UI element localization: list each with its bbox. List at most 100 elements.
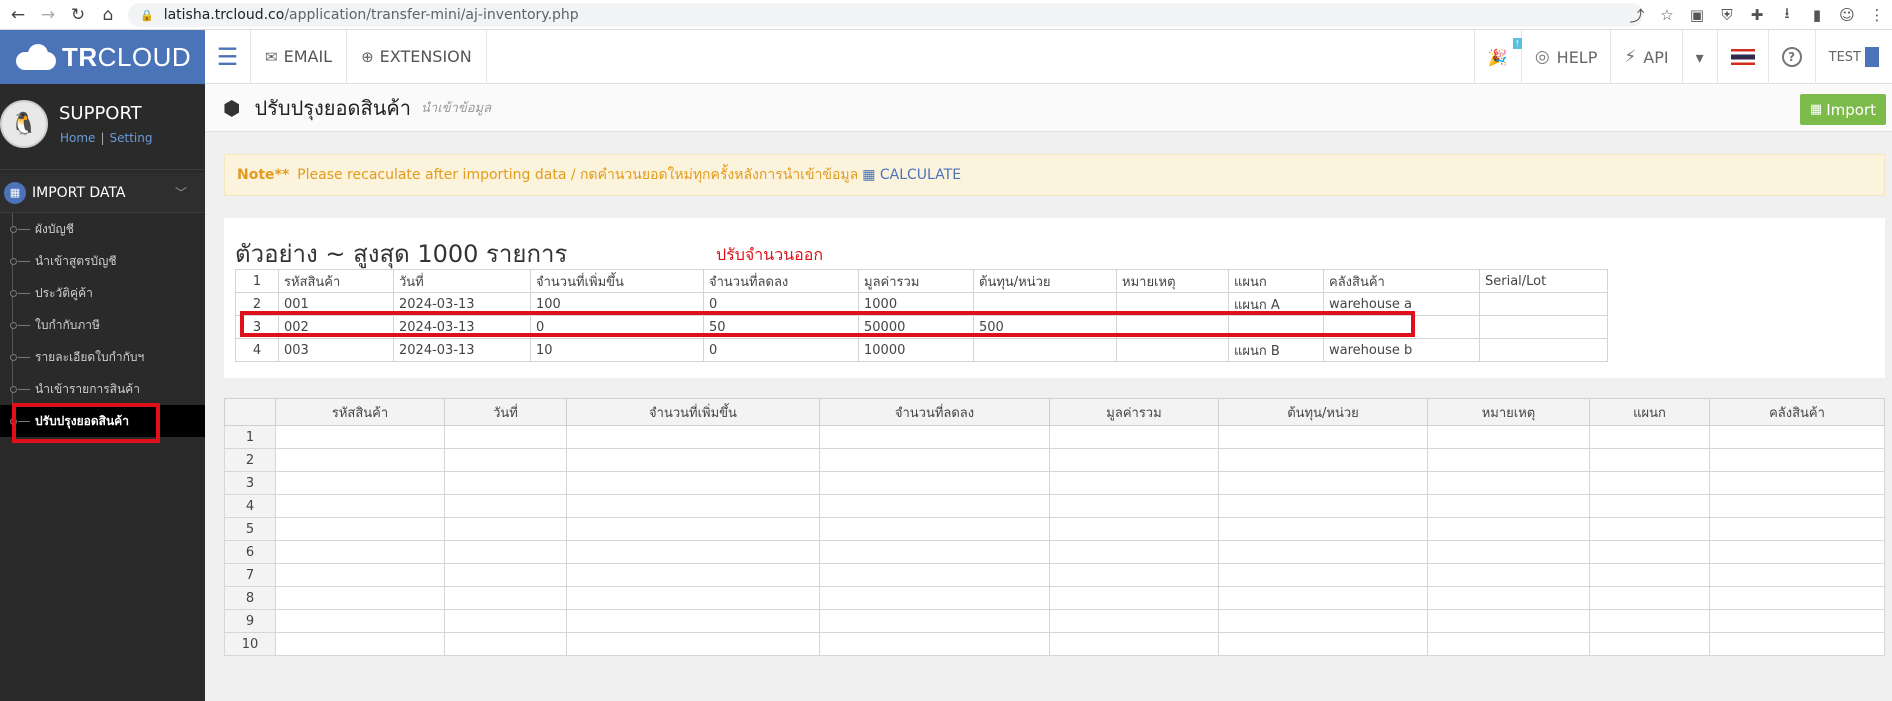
grid-cell[interactable] bbox=[1427, 517, 1590, 541]
calculate-link[interactable]: ▦ CALCULATE bbox=[862, 167, 961, 183]
grid-cell[interactable] bbox=[1049, 609, 1219, 633]
reload-icon[interactable]: ↻ bbox=[66, 3, 90, 27]
share-icon[interactable]: ⤴ bbox=[1622, 5, 1652, 26]
home-link[interactable]: Home bbox=[60, 131, 95, 145]
grid-cell[interactable] bbox=[819, 563, 1050, 587]
grid-cell[interactable] bbox=[1218, 540, 1428, 564]
grid-cell[interactable] bbox=[1709, 448, 1885, 472]
grid-cell[interactable] bbox=[1427, 609, 1590, 633]
grid-cell[interactable] bbox=[1709, 586, 1885, 610]
grid-cell[interactable] bbox=[1589, 471, 1710, 495]
column-header[interactable]: รหัสสินค้า bbox=[275, 398, 445, 426]
grid-cell[interactable] bbox=[1427, 586, 1590, 610]
grid-cell[interactable] bbox=[566, 586, 820, 610]
profile-icon[interactable]: ☺ bbox=[1832, 6, 1862, 24]
grid-cell[interactable] bbox=[275, 448, 445, 472]
extension-nav[interactable]: ⊕ EXTENSION bbox=[347, 29, 487, 84]
grid-cell[interactable] bbox=[1589, 517, 1710, 541]
grid-cell[interactable] bbox=[444, 609, 567, 633]
column-header[interactable]: จำนวนที่เพิ่มขึ้น bbox=[566, 398, 820, 426]
hamburger-menu-icon[interactable]: ☰ bbox=[205, 29, 251, 84]
grid-cell[interactable] bbox=[819, 586, 1050, 610]
grid-cell[interactable] bbox=[819, 609, 1050, 633]
grid-cell[interactable] bbox=[1709, 494, 1885, 518]
question-nav[interactable]: ? bbox=[1767, 30, 1815, 84]
grid-cell[interactable] bbox=[444, 494, 567, 518]
grid-cell[interactable] bbox=[1589, 563, 1710, 587]
grid-cell[interactable] bbox=[1589, 609, 1710, 633]
grid-cell[interactable] bbox=[1709, 563, 1885, 587]
grid-cell[interactable] bbox=[275, 609, 445, 633]
download-icon[interactable]: ⭳ bbox=[1772, 3, 1802, 28]
grid-cell[interactable] bbox=[444, 632, 567, 656]
grid-cell[interactable] bbox=[566, 471, 820, 495]
dropdown-toggle[interactable]: ▾ bbox=[1681, 30, 1717, 84]
grid-cell[interactable] bbox=[819, 540, 1050, 564]
app-logo[interactable]: TRCLOUD bbox=[0, 30, 205, 84]
grid-cell[interactable] bbox=[444, 448, 567, 472]
grid-cell[interactable] bbox=[1218, 471, 1428, 495]
sidebar-section-import-data[interactable]: ▦ IMPORT DATA ﹀ bbox=[0, 173, 205, 213]
grid-cell[interactable] bbox=[819, 448, 1050, 472]
grid-cell[interactable] bbox=[1218, 609, 1428, 633]
grid-cell[interactable] bbox=[1049, 471, 1219, 495]
sidebar-item-tax-invoice[interactable]: ใบกำกับภาษี bbox=[0, 309, 205, 341]
grid-cell[interactable] bbox=[1427, 632, 1590, 656]
grid-cell[interactable] bbox=[819, 471, 1050, 495]
grid-cell[interactable] bbox=[1427, 494, 1590, 518]
grid-cell[interactable] bbox=[1427, 540, 1590, 564]
grid-cell[interactable] bbox=[1427, 425, 1590, 449]
grid-cell[interactable] bbox=[275, 632, 445, 656]
grid-cell[interactable] bbox=[275, 517, 445, 541]
forward-icon[interactable]: → bbox=[36, 3, 60, 27]
grid-cell[interactable] bbox=[1218, 425, 1428, 449]
menu-dots-icon[interactable]: ⋮ bbox=[1862, 6, 1892, 24]
grid-cell[interactable] bbox=[1218, 494, 1428, 518]
grid-cell[interactable] bbox=[566, 609, 820, 633]
grid-cell[interactable] bbox=[566, 563, 820, 587]
grid-cell[interactable] bbox=[275, 563, 445, 587]
grid-cell[interactable] bbox=[1589, 586, 1710, 610]
grid-cell[interactable] bbox=[1709, 471, 1885, 495]
grid-cell[interactable] bbox=[566, 540, 820, 564]
grid-cell[interactable] bbox=[1589, 632, 1710, 656]
grid-cell[interactable] bbox=[1218, 586, 1428, 610]
grid-cell[interactable] bbox=[1589, 448, 1710, 472]
import-button[interactable]: ▦ Import bbox=[1799, 94, 1886, 125]
grid-cell[interactable] bbox=[566, 448, 820, 472]
grid-cell[interactable] bbox=[1049, 586, 1219, 610]
grid-cell[interactable] bbox=[819, 517, 1050, 541]
grid-cell[interactable] bbox=[1049, 494, 1219, 518]
grid-cell[interactable] bbox=[1218, 448, 1428, 472]
column-header[interactable]: คลังสินค้า bbox=[1709, 398, 1885, 426]
grid-cell[interactable] bbox=[275, 471, 445, 495]
grid-cell[interactable] bbox=[444, 517, 567, 541]
grid-cell[interactable] bbox=[566, 517, 820, 541]
extension-icon[interactable]: ▣ bbox=[1682, 6, 1712, 24]
home-icon[interactable]: ⌂ bbox=[96, 3, 120, 27]
column-header[interactable]: ต้นทุน/หน่วย bbox=[1218, 398, 1428, 426]
avatar[interactable]: 🐧 bbox=[0, 100, 48, 148]
api-nav[interactable]: ⚡ API bbox=[1610, 30, 1681, 84]
grid-cell[interactable] bbox=[1589, 540, 1710, 564]
grid-cell[interactable] bbox=[1709, 425, 1885, 449]
language-selector[interactable] bbox=[1716, 30, 1768, 84]
grid-cell[interactable] bbox=[819, 632, 1050, 656]
grid-cell[interactable] bbox=[444, 563, 567, 587]
grid-cell[interactable] bbox=[1049, 563, 1219, 587]
grid-cell[interactable] bbox=[1049, 448, 1219, 472]
grid-cell[interactable] bbox=[444, 540, 567, 564]
grid-cell[interactable] bbox=[1709, 540, 1885, 564]
email-nav[interactable]: ✉ EMAIL bbox=[251, 29, 348, 84]
grid-cell[interactable] bbox=[275, 540, 445, 564]
sidebar-item-chart-of-accounts[interactable]: ผังบัญชี bbox=[0, 213, 205, 245]
grid-cell[interactable] bbox=[1427, 563, 1590, 587]
grid-cell[interactable] bbox=[1218, 563, 1428, 587]
column-header[interactable]: มูลค่ารวม bbox=[1049, 398, 1219, 426]
back-icon[interactable]: ← bbox=[6, 3, 30, 27]
sidebar-item-partner-history[interactable]: ประวัติคู่ค้า bbox=[0, 277, 205, 309]
star-icon[interactable]: ☆ bbox=[1652, 6, 1682, 24]
grid-cell[interactable] bbox=[819, 425, 1050, 449]
grid-cell[interactable] bbox=[1427, 448, 1590, 472]
grid-cell[interactable] bbox=[566, 632, 820, 656]
